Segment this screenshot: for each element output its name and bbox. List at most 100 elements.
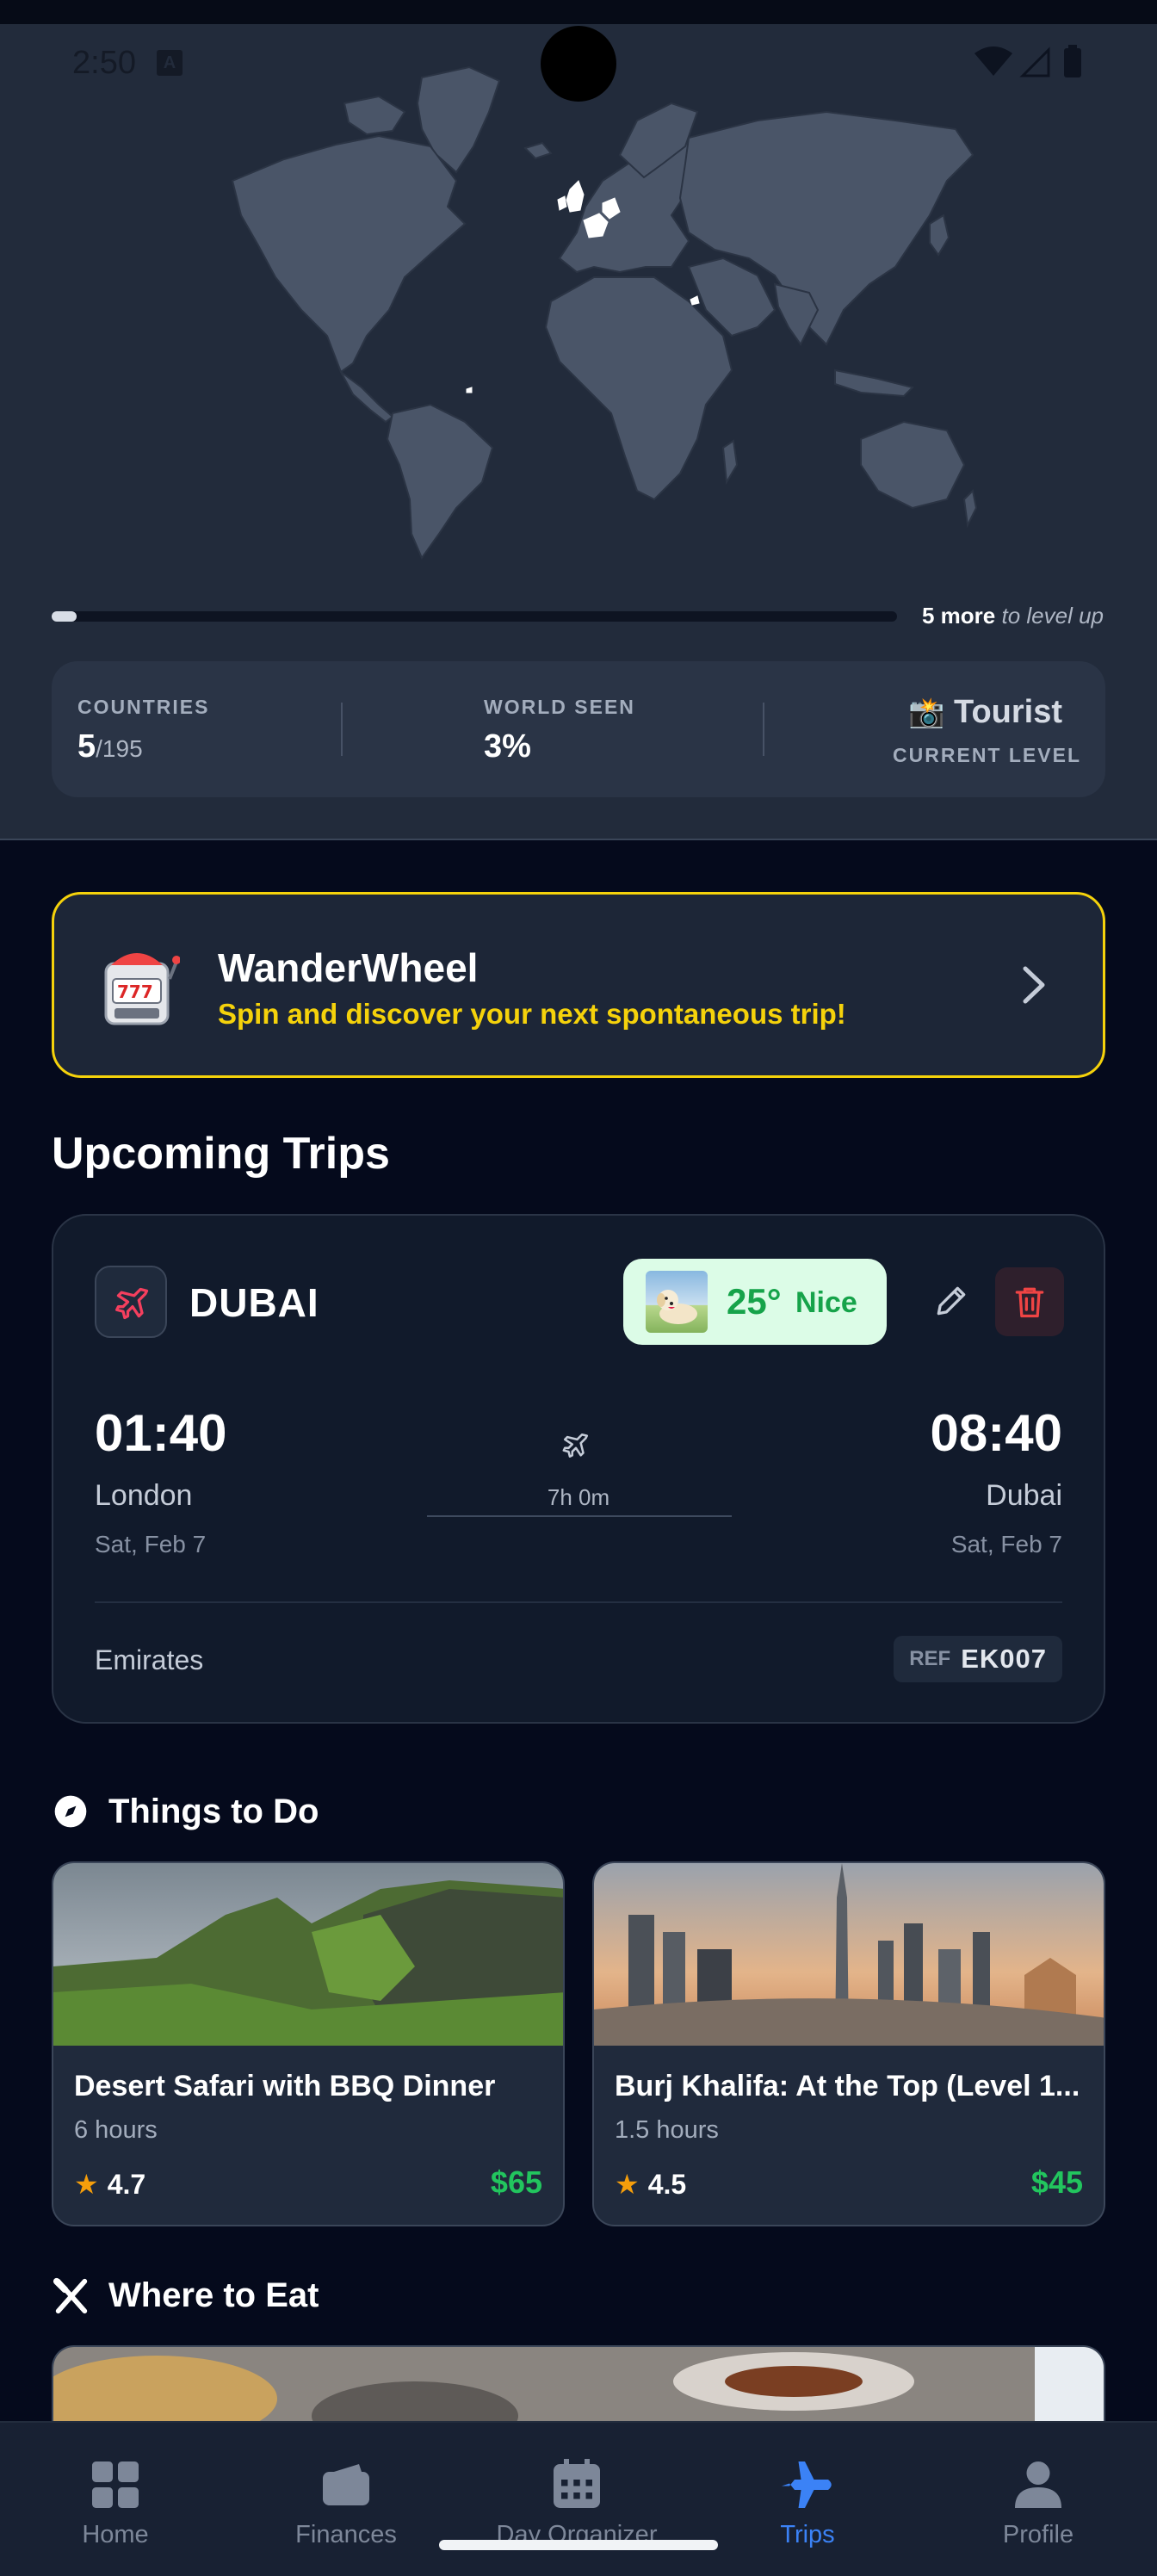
map-africa (544, 276, 733, 501)
level-progress-fill (52, 611, 77, 622)
departure-time: 01:40 (95, 1404, 227, 1462)
nav-home[interactable]: Home (0, 2423, 231, 2576)
activity-rating: ★ 4.5 (615, 2168, 687, 2201)
map-south-america (386, 403, 494, 560)
visited-uae (690, 295, 700, 306)
map-iceland (523, 141, 553, 160)
map-north-america (231, 134, 467, 374)
star-icon: ★ (615, 2169, 640, 2200)
activity-name: Desert Safari with BBQ Dinner (74, 2070, 496, 2102)
world-seen-label: WORLD SEEN (484, 696, 635, 718)
airplane-icon (782, 2461, 832, 2508)
arrival-city: Dubai (986, 1479, 1062, 1512)
bottom-navigation: Home Finances Day Organizer Trips Profil… (0, 2421, 1157, 2576)
trash-icon (1015, 1287, 1044, 1318)
activity-name: Burj Khalifa: At the Top (Level 1... (615, 2070, 1080, 2102)
countries-value: 5/195 (77, 728, 143, 765)
wallet-icon (323, 2464, 369, 2505)
nav-trips[interactable]: Trips (692, 2423, 923, 2576)
camera-emoji-icon: 📸 (908, 697, 945, 729)
arrival-date: Sat, Feb 7 (950, 1531, 1062, 1557)
airplane-icon (561, 1431, 591, 1464)
countries-label: COUNTRIES (77, 696, 210, 718)
home-gesture-bar[interactable] (439, 2540, 718, 2550)
activity-card[interactable]: Burj Khalifa: At the Top (Level 1... 1.5… (592, 1861, 1105, 2226)
calendar-icon (554, 2459, 600, 2508)
current-level-name: 📸 Tourist (908, 694, 1062, 730)
nav-label: Finances (295, 2521, 397, 2548)
nav-label: Profile (1002, 2521, 1074, 2548)
nav-label: Trips (780, 2521, 835, 2548)
stats-divider (763, 703, 764, 756)
trip-destination: DUBAI (189, 1280, 319, 1325)
nav-finances[interactable]: Finances (231, 2423, 461, 2576)
map-canada-islands (343, 95, 406, 136)
level-progress-text: 5 more to level up (921, 603, 1104, 629)
pencil-icon (937, 1286, 966, 1316)
weather-temperature: 25° (727, 1281, 782, 1322)
map-central-america (340, 371, 394, 424)
weather-dog-image (646, 1271, 708, 1333)
ref-label: REF (909, 1647, 951, 1670)
airline-name: Emirates (95, 1644, 204, 1675)
compass-icon (52, 1793, 90, 1835)
world-map-header: 2:50 A 5 more to level up COUNTRIES 5/19… (0, 0, 1157, 840)
map-madagascar (721, 439, 739, 486)
delete-trip-button[interactable] (995, 1267, 1064, 1336)
activity-price: $45 (1030, 2164, 1083, 2200)
wanderwheel-subtitle: Spin and discover your next spontaneous … (218, 998, 846, 1030)
slot-machine-icon: 777 (94, 944, 181, 1035)
nav-day-organizer[interactable]: Day Organizer (461, 2423, 692, 2576)
things-to-do-title: Things to Do (108, 1793, 319, 1830)
visited-ireland (557, 195, 567, 211)
stats-divider (341, 703, 343, 756)
travel-stats-card: COUNTRIES 5/195 WORLD SEEN 3% 📸 Tourist … (52, 661, 1105, 797)
airplane-icon (115, 1287, 149, 1320)
nav-label: Home (82, 2521, 149, 2548)
status-bar-strip (0, 0, 1157, 24)
star-icon: ★ (74, 2169, 99, 2200)
activity-rating: ★ 4.7 (74, 2168, 146, 2201)
flight-path-line (427, 1515, 732, 1517)
world-map[interactable] (172, 52, 981, 560)
wanderwheel-title: WanderWheel (218, 945, 479, 990)
activity-card[interactable]: Desert Safari with BBQ Dinner 6 hours ★ 4… (52, 1861, 565, 2226)
trip-card[interactable]: DUBAI 25° Nice 01:40 London Sat, Feb 7 7… (52, 1214, 1105, 1724)
world-seen-value: 3% (484, 728, 531, 765)
weather-description: Nice (795, 1286, 857, 1319)
level-progress-bar (52, 611, 897, 622)
activity-duration: 6 hours (74, 2116, 158, 2144)
departure-city: London (95, 1479, 193, 1512)
flight-duration: 7h 0m (547, 1484, 610, 1510)
nav-profile[interactable]: Profile (923, 2423, 1154, 2576)
status-time: 2:50 (72, 45, 136, 81)
upcoming-trips-title: Upcoming Trips (52, 1129, 390, 1179)
activity-image-skyline (594, 1863, 1104, 2046)
status-icons (973, 43, 1085, 85)
booking-reference: REF EK007 (894, 1636, 1062, 1682)
visited-caribbean (466, 387, 473, 393)
battery-icon (1064, 45, 1081, 77)
signal-icon (1019, 46, 1050, 77)
departure-date: Sat, Feb 7 (95, 1531, 207, 1557)
weather-badge[interactable]: 25° Nice (623, 1259, 887, 1345)
edit-trip-button[interactable] (914, 1264, 988, 1338)
where-to-eat-title: Where to Eat (108, 2276, 319, 2314)
activity-duration: 1.5 hours (615, 2116, 719, 2144)
utensils-icon (52, 2276, 91, 2320)
trip-divider (95, 1601, 1062, 1603)
chevron-right-icon (1018, 963, 1049, 1011)
person-icon (1015, 2461, 1061, 2508)
arrival-time: 08:40 (930, 1404, 1062, 1462)
svg-text:777: 777 (117, 981, 153, 1002)
map-new-zealand (962, 488, 978, 529)
wanderwheel-card[interactable]: 777 WanderWheel Spin and discover your n… (52, 892, 1105, 1078)
ref-code: EK007 (961, 1644, 1047, 1674)
grid-icon (92, 2461, 139, 2508)
activity-price: $65 (490, 2164, 542, 2200)
visited-uk (566, 180, 585, 213)
trip-type-badge (95, 1266, 167, 1338)
map-japan (929, 214, 950, 257)
map-indonesia (834, 368, 914, 398)
current-level-label: CURRENT LEVEL (893, 744, 1081, 766)
